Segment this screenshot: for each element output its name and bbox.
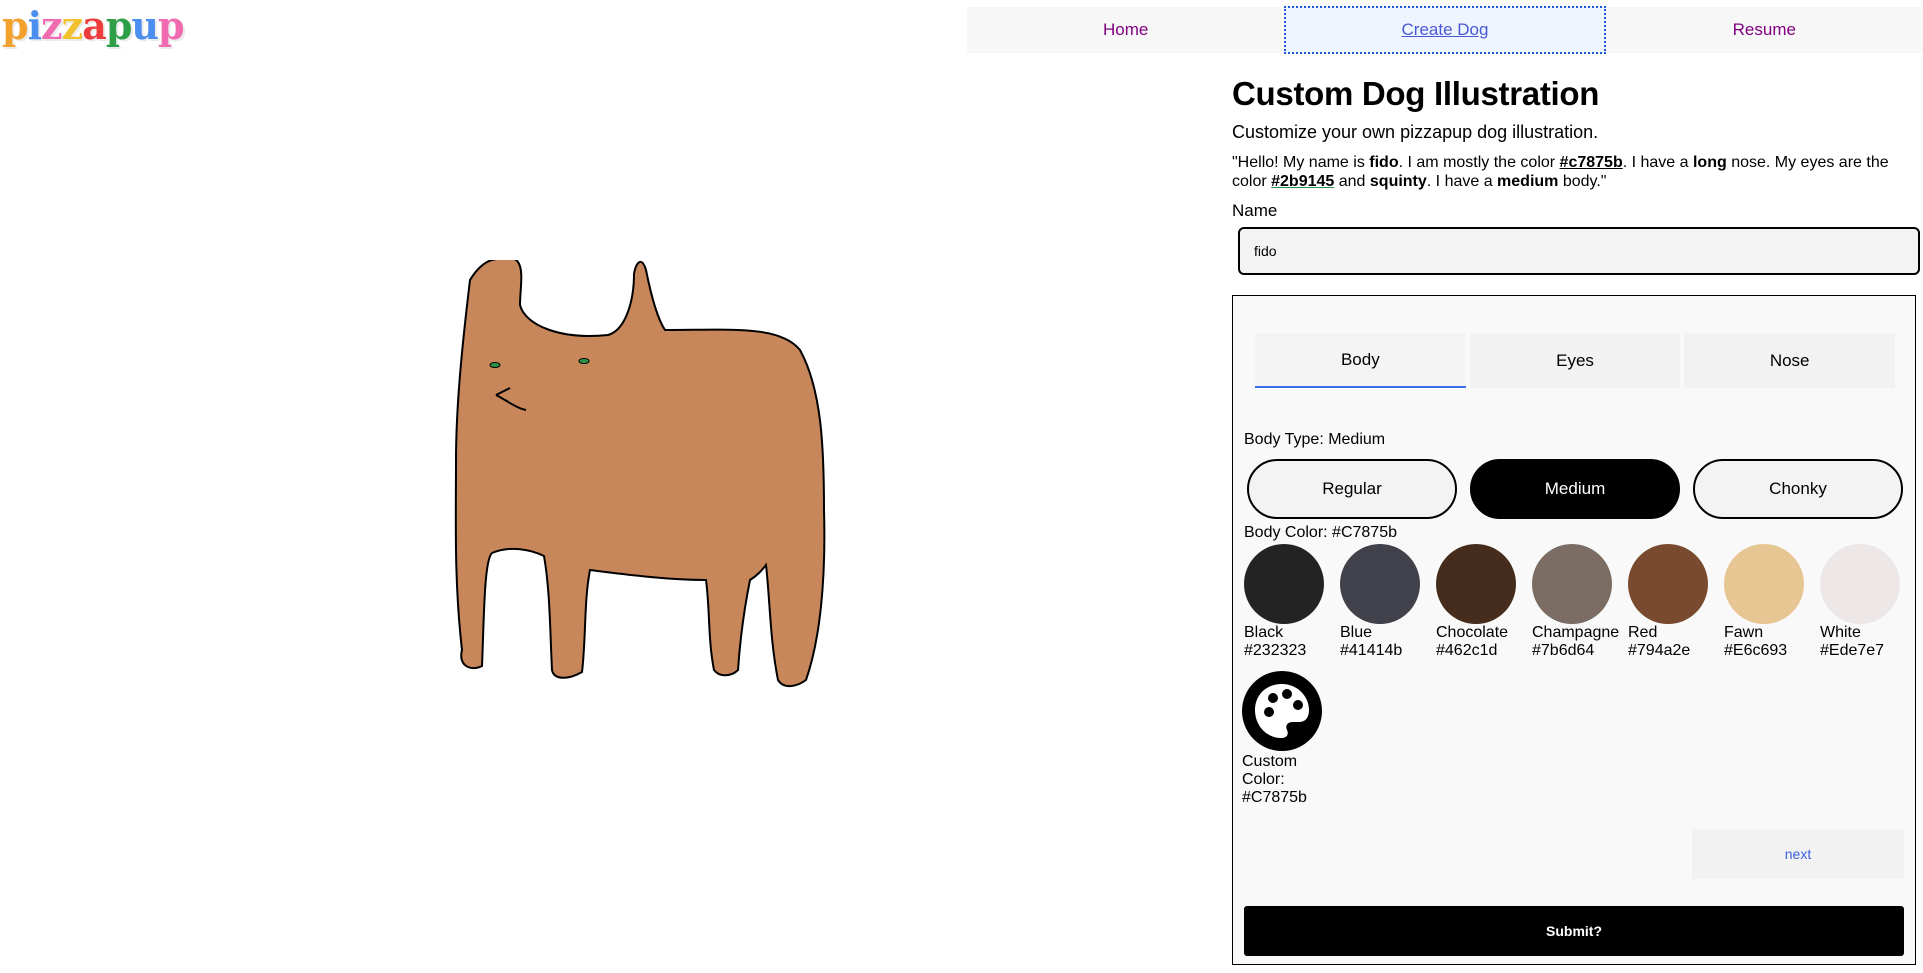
swatch-chocolate[interactable]: Chocolate #462c1d <box>1436 544 1516 660</box>
editor-tabs: Body Eyes Nose <box>1255 333 1896 388</box>
body-type-regular-button[interactable]: Regular <box>1247 459 1457 519</box>
submit-button[interactable]: Submit? <box>1244 906 1904 956</box>
swatch-name: Red <box>1628 624 1658 641</box>
nav-resume-link[interactable]: Resume <box>1606 7 1923 53</box>
body-type-label: Body Type: Medium <box>1244 431 1386 448</box>
logo-letter-2: i <box>27 3 42 48</box>
bio-name: fido <box>1369 154 1399 171</box>
body-type-chonky-button[interactable]: Chonky <box>1693 459 1903 519</box>
swatch-champagne[interactable]: Champagne #7b6d64 <box>1532 544 1620 660</box>
dog-right-eye <box>578 358 590 364</box>
logo-letter-5: a <box>82 3 107 48</box>
name-input[interactable] <box>1238 227 1920 275</box>
swatch-hex: #462c1d <box>1436 642 1498 659</box>
top-nav: Home Create Dog Resume <box>967 6 1923 54</box>
color-swatches: Black #232323 Blue #41414b Chocolate #46… <box>1244 544 1900 660</box>
next-button[interactable]: next <box>1692 829 1904 879</box>
swatch-circle <box>1532 544 1612 624</box>
body-type-options: Regular Medium Chonky <box>1247 459 1903 519</box>
bio-body-color: #c7875b <box>1559 154 1623 171</box>
bio-text-7: body." <box>1558 173 1607 190</box>
swatch-name: Fawn <box>1724 624 1764 641</box>
swatch-hex: #232323 <box>1244 642 1307 659</box>
customizer-header: Custom Dog Illustration Customize your o… <box>1232 70 1922 275</box>
swatch-hex: #7b6d64 <box>1532 642 1595 659</box>
custom-color-label: Custom Color: #C7875b <box>1242 753 1307 806</box>
page-title: Custom Dog Illustration <box>1232 75 1600 112</box>
editor-panel: Body Eyes Nose Body Type: Medium Regular… <box>1232 295 1916 965</box>
bio-text-3: . I have a <box>1622 154 1693 171</box>
swatch-name: Champagne <box>1532 624 1620 641</box>
dog-body <box>454 256 826 687</box>
swatch-circle <box>1628 544 1708 624</box>
dog-left-eye <box>489 362 501 368</box>
swatch-hex: #Ede7e7 <box>1820 642 1885 659</box>
nav-home-link[interactable]: Home <box>967 7 1284 53</box>
swatch-white[interactable]: White #Ede7e7 <box>1820 544 1900 660</box>
swatch-circle <box>1820 544 1900 624</box>
swatch-name: Black <box>1244 624 1284 641</box>
bio-text-5: and <box>1334 173 1370 190</box>
logo-letter-8: p <box>158 3 185 48</box>
swatch-name: Chocolate <box>1436 624 1509 641</box>
swatch-hex: #794a2e <box>1628 642 1691 659</box>
swatch-black[interactable]: Black #232323 <box>1244 544 1324 660</box>
custom-color-picker[interactable]: Custom Color: #C7875b <box>1242 671 1324 807</box>
bio-text-2: . I am mostly the color <box>1398 154 1560 171</box>
logo-letter-3: z <box>41 3 63 48</box>
swatch-name: White <box>1820 624 1861 641</box>
bio-eye-color: #2b9145 <box>1271 173 1335 190</box>
swatch-circle <box>1340 544 1420 624</box>
swatch-circle <box>1724 544 1804 624</box>
body-type-medium-button[interactable]: Medium <box>1470 459 1680 519</box>
bio-body-type: medium <box>1497 173 1559 190</box>
swatch-circle <box>1436 544 1516 624</box>
swatch-name: Blue <box>1340 624 1373 641</box>
tab-body[interactable]: Body <box>1255 333 1466 388</box>
name-label: Name <box>1232 201 1278 220</box>
palette-icon <box>1242 671 1322 751</box>
logo-letter-6: p <box>105 3 133 48</box>
intro-text: Customize your own pizzapup dog illustra… <box>1232 122 1599 142</box>
swatch-hex: #41414b <box>1340 642 1403 659</box>
dog-svg <box>454 256 826 687</box>
dog-illustration <box>440 256 860 720</box>
body-color-label: Body Color: #C7875b <box>1244 524 1397 541</box>
swatch-circle <box>1244 544 1324 624</box>
dog-bio: "Hello! My name is fido. I am mostly the… <box>1232 153 1917 191</box>
swatch-blue[interactable]: Blue #41414b <box>1340 544 1420 660</box>
tab-nose[interactable]: Nose <box>1684 333 1896 388</box>
logo-letter-4: z <box>61 3 84 48</box>
swatch-red[interactable]: Red #794a2e <box>1628 544 1708 660</box>
swatch-hex: #E6c693 <box>1724 642 1788 659</box>
logo-letter-1: p <box>2 3 29 48</box>
logo-letter-7: u <box>131 3 159 48</box>
bio-text-6: . I have a <box>1426 173 1498 190</box>
bio-text-1: "Hello! My name is <box>1232 154 1370 171</box>
tab-eyes[interactable]: Eyes <box>1469 333 1681 388</box>
swatch-fawn[interactable]: Fawn #E6c693 <box>1724 544 1804 660</box>
nav-create-dog-link[interactable]: Create Dog <box>1284 6 1606 54</box>
bio-nose: long <box>1692 154 1727 171</box>
bio-eye-shape: squinty <box>1369 173 1427 190</box>
pizzapup-logo[interactable]: pizzapup <box>2 0 185 52</box>
